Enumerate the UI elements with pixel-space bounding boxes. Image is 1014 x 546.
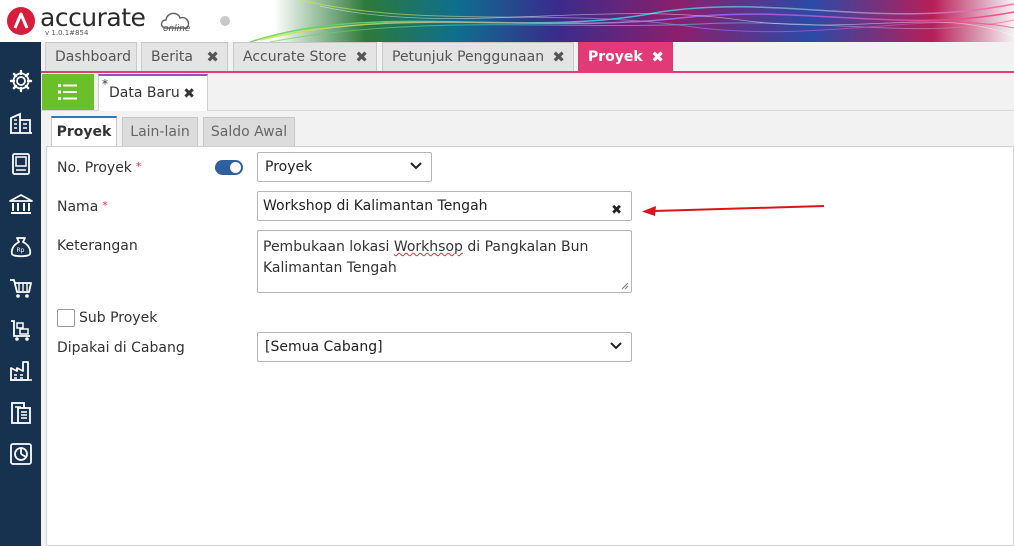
nama-value: Workshop di Kalimantan Tengah	[263, 198, 488, 214]
tab-berita[interactable]: Berita ✖	[141, 42, 228, 71]
sidebar: Rp	[0, 42, 41, 546]
required-marker: *	[102, 199, 108, 212]
sidebar-item-settings[interactable]	[4, 65, 37, 97]
nama-label: Nama *	[57, 199, 108, 215]
book-icon	[11, 153, 30, 175]
tab-petunjuk-penggunaan[interactable]: Petunjuk Penggunaan ✖	[382, 42, 574, 71]
sidebar-item-reports[interactable]	[4, 438, 37, 470]
no-proyek-label: No. Proyek *	[57, 160, 141, 176]
no-proyek-label-text: No. Proyek	[57, 160, 132, 176]
sidebar-item-bank[interactable]	[4, 189, 37, 221]
close-icon[interactable]: ✖	[552, 43, 565, 71]
cabang-label: Dipakai di Cabang	[57, 340, 185, 356]
tab-label: Petunjuk Penggunaan	[392, 49, 545, 65]
logo-suffix: online	[163, 24, 191, 34]
sidebar-item-inventory[interactable]	[4, 355, 37, 387]
keterangan-line-2: Kalimantan Tengah	[263, 260, 397, 276]
tab-proyek[interactable]: Proyek ✖	[578, 42, 673, 71]
keterangan-label-text: Keterangan	[57, 238, 138, 254]
tab-label: Proyek	[588, 49, 643, 65]
annotation-arrow	[642, 205, 825, 216]
form-tab-label: Lain-lain	[130, 124, 190, 140]
accurate-logo-icon	[7, 7, 35, 35]
form-tab-label: Saldo Awal	[210, 124, 288, 140]
gear-icon	[9, 69, 32, 93]
sidebar-item-sales[interactable]	[4, 272, 37, 304]
header-wave-decoration	[0, 0, 1014, 42]
nama-input[interactable]: Workshop di Kalimantan Tengah ✖	[257, 191, 632, 221]
money-bag-icon: Rp	[10, 237, 31, 258]
no-proyek-select[interactable]: Proyek	[257, 152, 432, 182]
accurate-logo[interactable]: accurate online v 1.0.1#854	[6, 3, 190, 39]
no-proyek-selected-value: Proyek	[265, 159, 313, 175]
buildings-icon	[9, 112, 32, 134]
sidebar-item-ledger[interactable]	[4, 148, 37, 180]
tax-document-icon	[10, 402, 31, 424]
list-view-button[interactable]	[42, 74, 94, 110]
close-icon[interactable]: ✖	[651, 43, 664, 71]
unsaved-marker: *	[102, 77, 108, 91]
document-tab-bar: * Data Baru ✖	[41, 73, 1014, 111]
form-panel: Proyek Lain-lain Saldo Awal No. Proyek * …	[41, 111, 1014, 546]
no-proyek-auto-toggle[interactable]	[215, 160, 243, 175]
keterangan-textarea[interactable]: Pembukaan lokasi Workhsop di Pangkalan B…	[257, 230, 632, 293]
bank-icon	[8, 194, 33, 214]
required-marker: *	[135, 160, 142, 173]
tab-dashboard[interactable]: Dashboard	[45, 42, 137, 71]
form-area: No. Proyek * Proyek Nama * Workshop di Kal…	[46, 146, 1014, 546]
sidebar-item-purchase[interactable]	[4, 314, 37, 346]
form-tab-proyek[interactable]: Proyek	[51, 116, 117, 147]
clear-icon[interactable]: ✖	[611, 197, 622, 225]
form-tab-lain-lain[interactable]: Lain-lain	[122, 117, 198, 146]
form-tab-saldo-awal[interactable]: Saldo Awal	[203, 117, 295, 146]
tab-label: Berita	[151, 49, 193, 65]
list-icon	[58, 84, 77, 100]
text-segment: di Pangkalan Bun	[462, 239, 589, 255]
main-tab-bar: Dashboard Berita ✖ Accurate Store ✖ Petu…	[41, 42, 1014, 73]
sub-proyek-checkbox[interactable]	[57, 309, 75, 327]
cart-icon	[9, 279, 32, 298]
sidebar-item-tax[interactable]	[4, 397, 37, 429]
close-icon[interactable]: ✖	[183, 77, 195, 111]
version-label: v 1.0.1#854	[45, 29, 89, 37]
status-dot	[220, 16, 230, 26]
svg-text:Rp: Rp	[16, 247, 24, 254]
text-segment: Pembukaan lokasi	[263, 239, 394, 255]
report-chart-icon	[9, 443, 32, 465]
sidebar-item-company[interactable]	[4, 107, 37, 139]
tab-label: Dashboard	[55, 49, 131, 65]
sub-proyek-label: Sub Proyek	[79, 310, 158, 326]
keterangan-line-1: Pembukaan lokasi Workhsop di Pangkalan B…	[263, 237, 626, 258]
toggle-knob	[230, 162, 241, 173]
cabang-selected-value: [Semua Cabang]	[265, 339, 383, 355]
tab-data-baru[interactable]: * Data Baru ✖	[98, 74, 208, 111]
form-tab-label: Proyek	[56, 124, 112, 140]
tab-label: Accurate Store	[243, 49, 347, 65]
keterangan-label: Keterangan	[57, 238, 138, 254]
app-header: accurate online v 1.0.1#854	[0, 0, 1014, 42]
chevron-down-icon	[610, 342, 622, 350]
sidebar-item-finance[interactable]: Rp	[4, 231, 37, 263]
cabang-select[interactable]: [Semua Cabang]	[257, 332, 632, 362]
nama-label-text: Nama	[57, 199, 99, 215]
resize-grip-icon[interactable]	[621, 282, 629, 290]
misspelled-word: Workhsop	[393, 239, 463, 255]
tab-label: Data Baru	[109, 85, 180, 101]
tab-accurate-store[interactable]: Accurate Store ✖	[233, 42, 377, 71]
close-icon[interactable]: ✖	[206, 43, 219, 71]
factory-icon	[9, 361, 32, 381]
delivery-cart-icon	[10, 320, 30, 341]
close-icon[interactable]: ✖	[355, 43, 368, 71]
chevron-down-icon	[410, 162, 422, 170]
